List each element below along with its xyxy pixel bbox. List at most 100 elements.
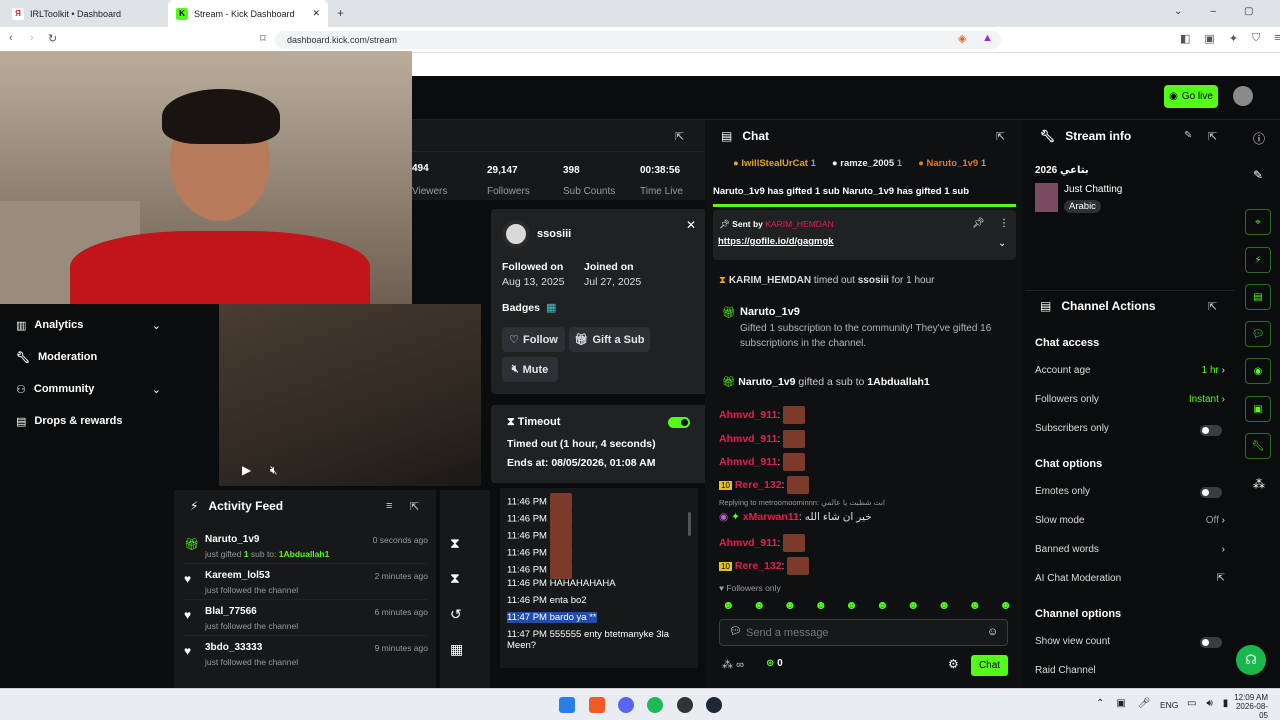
slow-mode-row[interactable]: Slow mode Off › xyxy=(1035,515,1225,526)
microphone-icon[interactable]: 🎤︎ xyxy=(1138,698,1151,709)
emote-icon[interactable]: ☻ xyxy=(907,598,920,612)
close-tab-icon[interactable]: ✕ xyxy=(312,8,320,19)
leo-icon[interactable]: ✦ xyxy=(1229,32,1238,45)
url-field[interactable]: dashboard.kick.com/stream xyxy=(275,31,1001,49)
notes-icon[interactable]: ▤ xyxy=(1245,284,1271,310)
gifter-item[interactable]: ● IwillStealUrCat 1 xyxy=(733,158,816,169)
reload-icon[interactable]: ↻ xyxy=(48,32,57,45)
stream-preview[interactable] xyxy=(219,304,481,486)
popout-icon[interactable]: ⇱ xyxy=(1208,300,1217,313)
emote-icon[interactable]: ☻ xyxy=(753,598,766,612)
menu-icon[interactable]: ≡ xyxy=(1274,32,1280,45)
rewards-icon[interactable]: ▲ xyxy=(982,32,993,44)
reply-context[interactable]: Replying to metroomoominnn: انت شطبت يا … xyxy=(719,498,885,507)
gear-icon[interactable]: ⚙ xyxy=(948,657,959,671)
emote-icon[interactable]: ☻ xyxy=(845,598,858,612)
spotify-icon[interactable] xyxy=(647,697,663,713)
lightning-icon[interactable]: ⚡︎ xyxy=(1245,247,1271,273)
emote-icon[interactable]: ☻ xyxy=(814,598,827,612)
tab-irltoolkit[interactable]: Я IRLToolkit • Dashboard xyxy=(4,0,164,27)
popout-icon[interactable]: ⇱ xyxy=(1208,130,1217,143)
emote-icon[interactable]: ☻ xyxy=(876,598,889,612)
emote-icon[interactable]: ☻ xyxy=(999,598,1012,612)
timeout-toggle[interactable] xyxy=(668,417,690,428)
filter-icon[interactable]: ≡ xyxy=(386,500,392,512)
new-tab-icon[interactable]: + xyxy=(337,6,344,20)
back-icon[interactable]: ‹ xyxy=(9,32,13,44)
close-icon[interactable]: ✕ xyxy=(686,218,696,232)
show-view-count-toggle[interactable] xyxy=(1200,637,1222,648)
system-tray[interactable]: ⌃ ▣ 🎤︎ xyxy=(1096,698,1151,709)
raid-channel-row[interactable]: Raid Channel xyxy=(1035,665,1225,676)
play-icon[interactable]: ▶ xyxy=(242,463,251,477)
more-icon[interactable]: ⋮ xyxy=(999,218,1009,229)
popout-icon[interactable]: ⇱ xyxy=(996,130,1005,143)
tray-status[interactable]: ▭ 🔊︎ ▮ xyxy=(1187,698,1228,709)
brave-icon[interactable] xyxy=(589,697,605,713)
sidebar-item-analytics[interactable]: ▥ Analytics ⌄ xyxy=(16,315,161,335)
mute-icon[interactable]: 🔇︎ xyxy=(270,463,278,478)
layout-icon[interactable]: ▣ xyxy=(1245,396,1271,422)
emote-icon[interactable]: ☻ xyxy=(938,598,951,612)
popout-icon[interactable]: ⇱ xyxy=(675,130,684,143)
follow-button[interactable]: ♡ Follow xyxy=(502,327,565,352)
account-age-row[interactable]: Account age 1 hr › xyxy=(1035,365,1225,376)
browser-toolbar-icons[interactable]: ◧ ▣ ✦ ⛉ ≡ xyxy=(1180,32,1280,45)
subscribers-only-toggle[interactable] xyxy=(1200,425,1222,436)
start-icon[interactable] xyxy=(559,697,575,713)
popout-icon[interactable]: ⇱ xyxy=(410,500,419,513)
obs-icon[interactable] xyxy=(677,697,693,713)
maximize-icon[interactable]: ▢ xyxy=(1244,6,1253,17)
kick-points[interactable]: ⊛ 0 xyxy=(766,658,783,669)
chat-tools[interactable]: ⁂ ∞ xyxy=(722,658,744,671)
chevron-down-icon[interactable]: ⌄ xyxy=(998,238,1006,249)
emote-icon[interactable]: ☻ xyxy=(784,598,797,612)
users-icon[interactable]: ⁂ xyxy=(1253,477,1265,491)
mute-button[interactable]: 🔇︎ Mute xyxy=(502,357,558,382)
broadcast-icon[interactable]: ◉ xyxy=(1245,358,1271,384)
sidebar-item-community[interactable]: ⚇ Community ⌄ xyxy=(16,379,161,399)
chevron-down-icon[interactable]: ⌄ xyxy=(1174,6,1182,17)
wrench-icon[interactable]: 🔧︎ xyxy=(1245,433,1271,459)
pinned-message[interactable] xyxy=(713,210,1016,260)
brave-shield-icon[interactable]: ◈ xyxy=(958,32,966,45)
sidebar-item-moderation[interactable]: 🔧︎ Moderation xyxy=(16,347,97,367)
language-indicator[interactable]: ENG xyxy=(1160,700,1178,710)
discord-icon[interactable] xyxy=(618,697,634,713)
gifter-item[interactable]: ● Naruto_1v9 1 xyxy=(918,158,986,169)
minimize-icon[interactable]: – xyxy=(1210,6,1216,17)
chat-message-input[interactable] xyxy=(746,623,976,642)
tab-kick-dashboard[interactable]: K Stream - Kick Dashboard ✕ xyxy=(168,0,328,27)
chat-bubble-icon[interactable]: 💬︎ xyxy=(1245,321,1271,347)
pinned-link[interactable]: https://gofile.io/d/gagmgk xyxy=(718,236,834,247)
chevron-up-icon[interactable]: ⌃ xyxy=(1096,698,1104,709)
wallet-icon[interactable]: ▣ xyxy=(1204,32,1214,45)
pin-icon[interactable]: 📌︎ xyxy=(972,218,985,229)
stream-category[interactable]: Just Chatting xyxy=(1064,184,1122,195)
edit-icon[interactable]: ✎ xyxy=(1253,168,1263,182)
banned-words-row[interactable]: Banned words › xyxy=(1035,544,1225,555)
chat-send-button[interactable]: Chat xyxy=(971,655,1008,676)
info-icon[interactable]: ⓘ xyxy=(1253,130,1265,147)
bookmark-icon[interactable]: ⌑ xyxy=(260,32,266,45)
vpn-icon[interactable]: ⛉ xyxy=(1252,32,1260,45)
emote-bar[interactable]: ☻ ☻ ☻ ☻ ☻ ☻ ☻ ☻ ☻ ☻ xyxy=(722,598,1012,612)
chat-gift-user[interactable]: Naruto_1v9 xyxy=(740,306,800,318)
steam-icon[interactable] xyxy=(706,697,722,713)
clip-icon[interactable]: ⌖ xyxy=(1245,209,1271,235)
avatar[interactable] xyxy=(1233,86,1253,106)
clock[interactable]: 12:09 AM 2026-08-05 xyxy=(1232,693,1268,720)
emote-icon[interactable]: ☻ xyxy=(969,598,982,612)
sidebar-item-drops[interactable]: ▤ Drops & rewards xyxy=(16,411,122,431)
emoji-icon[interactable]: ☺ xyxy=(987,626,998,638)
emote-icon[interactable]: ☻ xyxy=(722,598,735,612)
scrollbar[interactable] xyxy=(688,512,691,536)
go-live-button[interactable]: ◉ Go live xyxy=(1164,85,1218,108)
ai-moderation-row[interactable]: AI Chat Moderation ⇱ xyxy=(1035,573,1225,584)
emotes-only-toggle[interactable] xyxy=(1200,487,1222,498)
tray-app-icon[interactable]: ▣ xyxy=(1116,698,1125,709)
forward-icon[interactable]: › xyxy=(30,32,34,44)
support-headset-icon[interactable]: ☊ xyxy=(1236,645,1266,675)
sidebar-icon[interactable]: ◧ xyxy=(1180,32,1190,45)
gift-sub-button[interactable]: 🎁︎ Gift a Sub xyxy=(569,327,650,352)
